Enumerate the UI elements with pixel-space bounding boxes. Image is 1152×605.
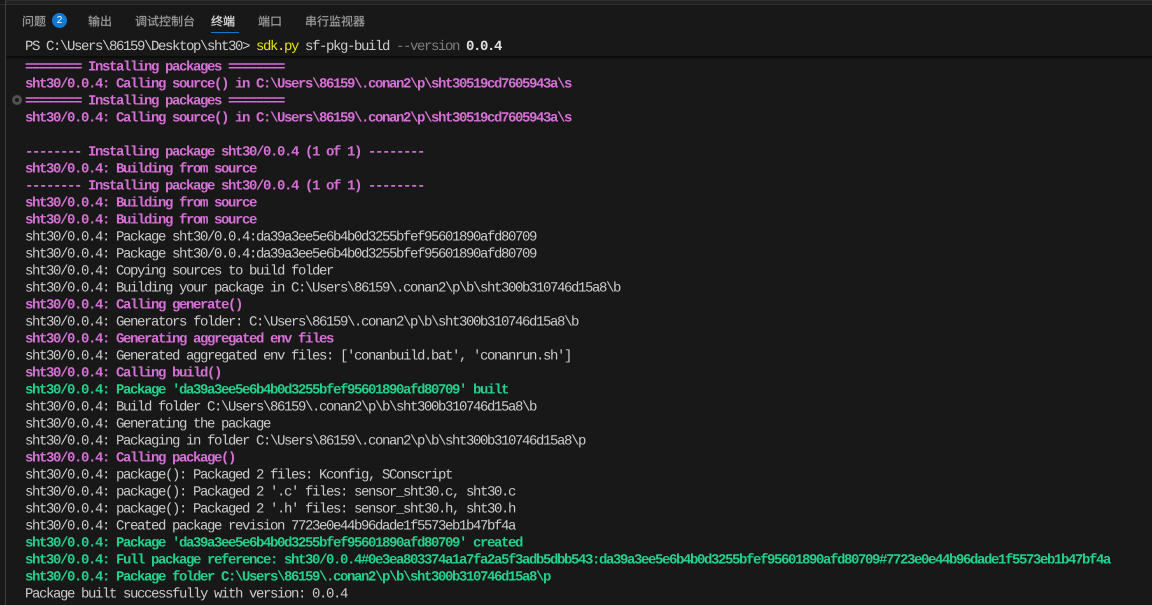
svg-text:sht30/0.0.4: Generating aggreg: sht30/0.0.4: Generating aggregated env f… (25, 332, 334, 348)
svg-text:sf-pkg-build: sf-pkg-build (305, 39, 390, 55)
svg-text:sht30/0.0.4: Building from sou: sht30/0.0.4: Building from source (25, 213, 257, 229)
svg-text:sht30/0.0.4: Package folder C:: sht30/0.0.4: Package folder C:\Users\861… (25, 570, 551, 586)
svg-text:sdk.py: sdk.py (256, 39, 299, 55)
svg-text:sht30/0.0.4: Full package refe: sht30/0.0.4: Full package reference: sht… (25, 553, 1112, 569)
svg-text:sht30/0.0.4: package(): Packag: sht30/0.0.4: package(): Packaged 2 '.c' … (25, 485, 516, 501)
svg-text:--version: --version (396, 39, 460, 55)
svg-text:Package built successfully wit: Package built successfully with version:… (25, 587, 348, 603)
svg-text:sht30/0.0.4: Package 'da39a3ee: sht30/0.0.4: Package 'da39a3ee5e6b4b0d32… (25, 383, 509, 399)
svg-text:sht30/0.0.4: Copying sources t: sht30/0.0.4: Copying sources to build fo… (25, 264, 334, 280)
svg-text:sht30/0.0.4: Building from sou: sht30/0.0.4: Building from source (25, 162, 257, 178)
svg-text:sht30/0.0.4: Building from sou: sht30/0.0.4: Building from source (25, 196, 257, 212)
svg-text:-------- Installing package sh: -------- Installing package sht30/0.0.4 … (25, 179, 425, 195)
svg-text:sht30/0.0.4: Package 'da39a3ee: sht30/0.0.4: Package 'da39a3ee5e6b4b0d32… (25, 536, 523, 552)
svg-text:sht30/0.0.4: Generating the pa: sht30/0.0.4: Generating the package (25, 417, 271, 433)
svg-text:sht30/0.0.4: package(): Packag: sht30/0.0.4: package(): Packaged 2 '.h' … (25, 502, 516, 518)
svg-text:sht30/0.0.4: Created package r: sht30/0.0.4: Created package revision 77… (25, 519, 516, 535)
svg-text:sht30/0.0.4: Calling build(): sht30/0.0.4: Calling build() (25, 366, 222, 382)
svg-text:0.0.4: 0.0.4 (466, 39, 502, 55)
svg-text:sht30/0.0.4: Building your pac: sht30/0.0.4: Building your package in C:… (25, 281, 621, 297)
svg-text:sht30/0.0.4: Packaging in fold: sht30/0.0.4: Packaging in folder C:\User… (25, 434, 586, 450)
svg-text:sht30/0.0.4: Calling source(): sht30/0.0.4: Calling source() in C:\User… (25, 111, 572, 127)
svg-text:sht30/0.0.4: Generators folder: sht30/0.0.4: Generators folder: C:\Users… (25, 315, 579, 331)
svg-text:sht30/0.0.4: package(): Packag: sht30/0.0.4: package(): Packaged 2 files… (25, 468, 453, 484)
svg-text:PS C:\Users\86159\Desktop\sht3: PS C:\Users\86159\Desktop\sht30> (25, 39, 257, 55)
svg-text:======== Installing packages =: ======== Installing packages ======== (25, 94, 285, 110)
svg-text:sht30/0.0.4: Package sht30/0.0: sht30/0.0.4: Package sht30/0.0.4:da39a3e… (25, 247, 537, 263)
svg-text:sht30/0.0.4: Build folder C:\U: sht30/0.0.4: Build folder C:\Users\86159… (25, 400, 537, 416)
svg-text:sht30/0.0.4: Calling generate(: sht30/0.0.4: Calling generate() (25, 298, 243, 314)
svg-text:sht30/0.0.4: Calling source(): sht30/0.0.4: Calling source() in C:\User… (25, 77, 572, 93)
svg-text:======== Installing packages =: ======== Installing packages ======== (25, 60, 285, 76)
svg-text:sht30/0.0.4: Calling package(): sht30/0.0.4: Calling package() (25, 451, 236, 467)
svg-text:sht30/0.0.4: Generated aggrega: sht30/0.0.4: Generated aggregated env fi… (25, 349, 572, 365)
svg-text:-------- Installing package sh: -------- Installing package sht30/0.0.4 … (25, 145, 425, 161)
svg-text:sht30/0.0.4: Package sht30/0.0: sht30/0.0.4: Package sht30/0.0.4:da39a3e… (25, 230, 537, 246)
